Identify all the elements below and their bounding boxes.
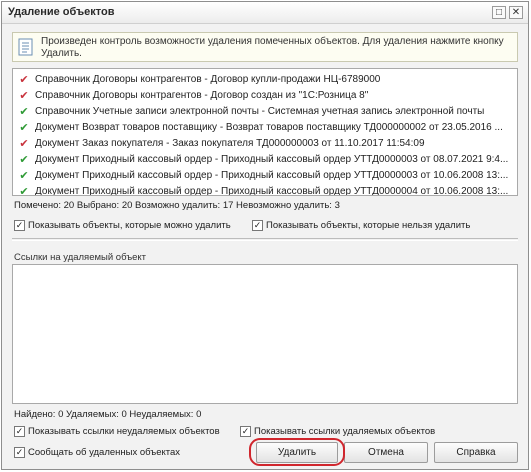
check-mark-icon: ✔ (19, 153, 29, 166)
check-mark-icon: ✔ (19, 105, 29, 118)
note-icon (18, 38, 33, 56)
object-row[interactable]: ✔ Документ Возврат товаров поставщику - В… (13, 119, 517, 135)
delete-button[interactable]: Удалить (256, 442, 338, 463)
maximize-icon[interactable]: □ (492, 6, 506, 19)
checkbox-label: Показывать ссылки неудаляемых объектов (28, 426, 220, 437)
stats-line: Помечено: 20 Выбрано: 20 Возможно удалит… (14, 200, 340, 211)
report-deleted-checkbox[interactable]: ✓ Сообщать об удаленных объектах (14, 447, 180, 458)
object-text: Документ Приходный кассовый ордер - Прих… (35, 169, 509, 181)
refs-list[interactable] (12, 264, 518, 404)
cancel-button[interactable]: Отмена (344, 442, 428, 463)
found-line: Найдено: 0 Удаляемых: 0 Неудаляемых: 0 (14, 409, 202, 420)
show-refs-deletable-checkbox[interactable]: ✓ Показывать ссылки удаляемых объектов (240, 426, 435, 437)
object-row[interactable]: ✔ Документ Приходный кассовый ордер - При… (13, 167, 517, 183)
close-icon[interactable]: ✕ (509, 6, 523, 19)
object-text: Документ Приходный кассовый ордер - Прих… (35, 153, 509, 165)
checkbox-box[interactable]: ✓ (14, 426, 25, 437)
object-row[interactable]: ✔ Документ Заказ покупателя - Заказ покуп… (13, 135, 517, 151)
show-deletable-checkbox[interactable]: ✓ Показывать объекты, которые можно удал… (14, 220, 231, 231)
refs-label: Ссылки на удаляемый объект (14, 252, 147, 263)
object-row[interactable]: ✔ Справочник Договоры контрагентов - Дого… (13, 87, 517, 103)
object-row[interactable]: ✔ Документ Приходный кассовый ордер - При… (13, 183, 517, 196)
objects-list[interactable]: ✔ Справочник Договоры контрагентов - Дого… (12, 68, 518, 196)
object-text: Документ Возврат товаров поставщику - Во… (35, 121, 503, 133)
checkbox-label: Сообщать об удаленных объектах (28, 447, 181, 458)
checkbox-label: Показывать объекты, которые нельзя удали… (266, 220, 471, 231)
window-title: Удаление объектов (8, 6, 115, 18)
delete-objects-window: Удаление объектов □ ✕ Произведен контрол… (1, 1, 529, 470)
object-row[interactable]: ✔ Документ Приходный кассовый ордер - При… (13, 151, 517, 167)
info-text: Произведен контроль возможности удаления… (41, 36, 504, 59)
delete-mark-icon: ✔ (19, 137, 29, 150)
checkbox-box[interactable]: ✓ (252, 220, 263, 231)
checkbox-box[interactable]: ✓ (240, 426, 251, 437)
object-row[interactable]: ✔ Справочник Учетные записи электронной п… (13, 103, 517, 119)
show-undeletable-checkbox[interactable]: ✓ Показывать объекты, которые нельзя уда… (252, 220, 470, 231)
object-row[interactable]: ✔ Справочник Договоры контрагентов - Дого… (13, 71, 517, 87)
delete-mark-icon: ✔ (19, 73, 29, 86)
help-button[interactable]: Справка (434, 442, 518, 463)
object-text: Справочник Договоры контрагентов - Догов… (35, 89, 369, 101)
object-text: Справочник Договоры контрагентов - Догов… (35, 73, 381, 85)
check-mark-icon: ✔ (19, 121, 29, 134)
info-panel: Произведен контроль возможности удаления… (12, 32, 518, 62)
object-text: Справочник Учетные записи электронной по… (35, 105, 485, 117)
section-divider[interactable] (12, 238, 518, 241)
check-mark-icon: ✔ (19, 185, 29, 196)
check-mark-icon: ✔ (19, 169, 29, 182)
delete-mark-icon: ✔ (19, 89, 29, 102)
title-bar: Удаление объектов □ ✕ (2, 2, 528, 24)
object-text: Документ Приходный кассовый ордер - Прих… (35, 185, 509, 196)
checkbox-box[interactable]: ✓ (14, 447, 25, 458)
checkbox-label: Показывать ссылки удаляемых объектов (254, 426, 436, 437)
checkbox-label: Показывать объекты, которые можно удалит… (28, 220, 231, 231)
checkbox-box[interactable]: ✓ (14, 220, 25, 231)
show-refs-undeletable-checkbox[interactable]: ✓ Показывать ссылки неудаляемых объектов (14, 426, 220, 437)
object-text: Документ Заказ покупателя - Заказ покупа… (35, 137, 425, 149)
